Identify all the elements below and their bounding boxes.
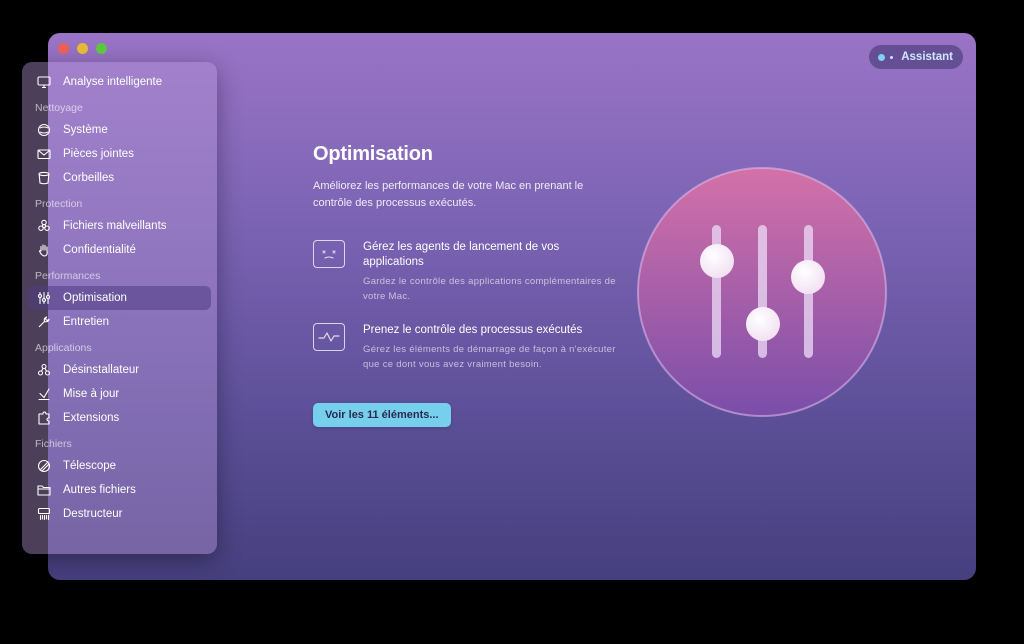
sidebar-item-extensions[interactable]: Extensions xyxy=(28,406,211,430)
assistant-status-dot-icon xyxy=(878,53,886,61)
zoom-window-button[interactable] xyxy=(96,43,107,54)
sidebar-item-label: Optimisation xyxy=(63,292,127,304)
window-controls xyxy=(58,43,107,54)
mail-icon xyxy=(37,147,51,161)
sphere-icon xyxy=(37,123,51,137)
close-window-button[interactable] xyxy=(58,43,69,54)
feature-description: Gardez le contrôle des applications comp… xyxy=(363,276,616,302)
assistant-separator-dot-icon xyxy=(890,55,894,59)
sidebar-item-label: Système xyxy=(63,124,108,136)
assistant-button[interactable]: Assistant xyxy=(869,45,963,69)
update-icon xyxy=(37,387,51,401)
sidebar-item-confidentialite[interactable]: Confidentialité xyxy=(28,238,211,262)
feature-heading: Gérez les agents de lancement de vos app… xyxy=(363,241,560,268)
sliders-icon xyxy=(37,291,51,305)
sidebar-item-fichiers-malveillants[interactable]: Fichiers malveillants xyxy=(28,214,211,238)
sidebar: Analyse intelligente Nettoyage Système P… xyxy=(22,62,217,554)
monitor-icon xyxy=(37,75,51,89)
feature-heading: Prenez le contrôle des processus exécuté… xyxy=(363,324,583,336)
sidebar-item-label: Confidentialité xyxy=(63,244,136,256)
assistant-label: Assistant xyxy=(901,51,953,63)
sidebar-item-pieces-jointes[interactable]: Pièces jointes xyxy=(28,142,211,166)
sidebar-section-protection: Protection xyxy=(35,198,83,210)
biohazard-icon xyxy=(37,219,51,233)
sidebar-item-label: Autres fichiers xyxy=(63,484,136,496)
sidebar-item-label: Désinstallateur xyxy=(63,364,140,376)
sidebar-section-nettoyage: Nettoyage xyxy=(35,102,83,114)
trash-icon xyxy=(37,171,51,185)
sidebar-item-label: Fichiers malveillants xyxy=(63,220,167,232)
feature-description: Gérez les éléments de démarrage de façon… xyxy=(363,344,616,370)
sidebar-item-telescope[interactable]: Télescope xyxy=(28,454,211,478)
extensions-icon xyxy=(37,411,51,425)
shredder-icon xyxy=(37,507,51,521)
page-title: Optimisation xyxy=(313,143,433,165)
processes-icon xyxy=(313,323,345,351)
sidebar-item-analyse-intelligente[interactable]: Analyse intelligente xyxy=(28,70,211,94)
sidebar-item-label: Entretien xyxy=(63,316,110,328)
page-subtitle: Améliorez les performances de votre Mac … xyxy=(313,180,584,209)
wrench-icon xyxy=(37,315,51,329)
sidebar-section-performances: Performances xyxy=(35,270,101,282)
folder-icon xyxy=(37,483,51,497)
sidebar-item-corbeilles[interactable]: Corbeilles xyxy=(28,166,211,190)
sidebar-item-label: Pièces jointes xyxy=(63,148,134,160)
sidebar-item-systeme[interactable]: Système xyxy=(28,118,211,142)
sidebar-section-applications: Applications xyxy=(35,342,92,354)
sidebar-item-label: Destructeur xyxy=(63,508,123,520)
view-items-button[interactable]: Voir les 11 éléments... xyxy=(313,403,451,427)
feature-processes: Prenez le contrôle des processus exécuté… xyxy=(313,323,618,372)
minimize-window-button[interactable] xyxy=(77,43,88,54)
sidebar-item-label: Extensions xyxy=(63,412,120,424)
sidebar-section-fichiers: Fichiers xyxy=(35,438,72,450)
sidebar-item-label: Analyse intelligente xyxy=(63,76,163,88)
sidebar-item-entretien[interactable]: Entretien xyxy=(28,310,211,334)
lens-icon xyxy=(37,459,51,473)
launch-agents-icon xyxy=(313,240,345,268)
sidebar-item-desinstallateur[interactable]: Désinstallateur xyxy=(28,358,211,382)
sidebar-item-destructeur[interactable]: Destructeur xyxy=(28,502,211,526)
uninstaller-icon xyxy=(37,363,51,377)
optimization-sliders-icon xyxy=(637,167,887,417)
sidebar-item-mise-a-jour[interactable]: Mise à jour xyxy=(28,382,211,406)
sidebar-item-label: Télescope xyxy=(63,460,117,472)
main-content: Optimisation Améliorez les performances … xyxy=(313,143,633,212)
hand-icon xyxy=(37,243,51,257)
feature-launch-agents: Gérez les agents de lancement de vos app… xyxy=(313,240,618,304)
sidebar-item-label: Corbeilles xyxy=(63,172,115,184)
sidebar-item-label: Mise à jour xyxy=(63,388,120,400)
sidebar-item-optimisation[interactable]: Optimisation xyxy=(28,286,211,310)
sidebar-item-autres-fichiers[interactable]: Autres fichiers xyxy=(28,478,211,502)
